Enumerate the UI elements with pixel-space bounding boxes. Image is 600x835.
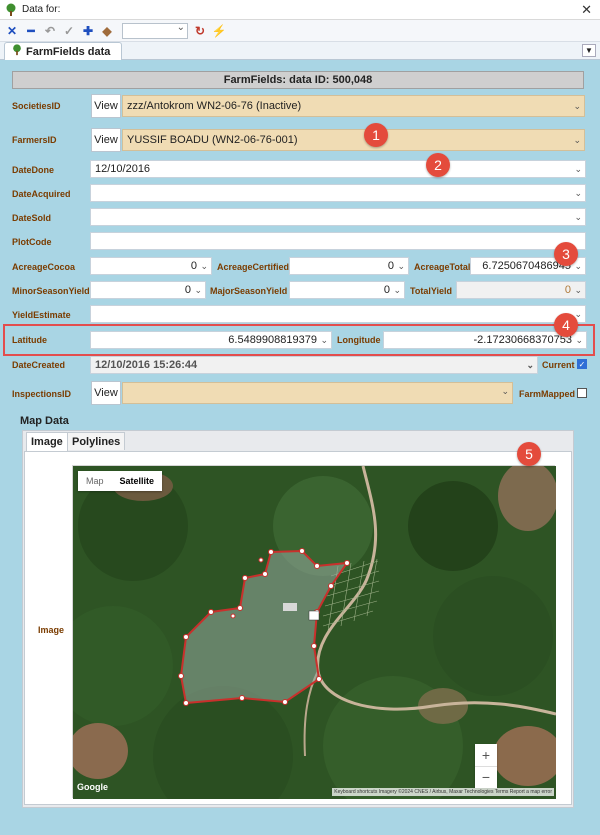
zoom-in-button[interactable]: + [475,744,497,766]
close-icon[interactable]: ✕ [581,2,592,18]
inspections-id-label: InspectionsID [12,389,72,399]
tree-icon [6,3,16,16]
societies-id-field[interactable]: zzz/Antokrom WN2-06-76 (Inactive) ⌄ [122,95,585,117]
annotation-badge-1: 1 [364,123,388,147]
date-sold-field[interactable]: ⌄ [90,208,586,226]
map-type-map-button[interactable]: Map [78,471,112,491]
map-type-control: Map Satellite [78,471,163,491]
tab-label: FarmFields data [26,45,111,58]
date-created-label: DateCreated [12,360,66,370]
refresh-icon[interactable]: ↻ [192,23,208,39]
date-sold-label: DateSold [12,213,52,223]
acreage-cocoa-field[interactable]: 0 ⌄ [90,257,212,275]
zoom-out-button[interactable]: − [475,766,497,788]
delete-minus-icon[interactable]: ━ [23,23,39,39]
acreage-certified-label: AcreageCertified [217,262,290,272]
lightning-icon[interactable]: ⚡ [211,23,227,39]
societies-view-button[interactable]: View [91,94,121,118]
farm-mapped-checkbox[interactable] [577,388,587,398]
major-season-yield-field[interactable]: 0 ⌄ [289,281,405,299]
date-acquired-label: DateAcquired [12,189,71,199]
add-plus-icon[interactable]: ✚ [80,23,96,39]
annotation-badge-2: 2 [426,153,450,177]
inspections-view-button[interactable]: View [91,381,121,405]
tab-farmfields-data[interactable]: FarmFields data [4,42,122,60]
farmers-view-button[interactable]: View [91,128,121,152]
inspections-id-field[interactable]: ⌄ [122,382,513,404]
map-attribution[interactable]: Keyboard shortcuts Imagery ©2024 CNES / … [332,788,554,796]
annotation-badge-3: 3 [554,242,578,266]
chevron-down-icon: ⌄ [574,212,582,222]
toolbar: ✕ ━ ↶ ✓ ✚ ◆ ↻ ⚡ [0,20,600,42]
latitude-field[interactable]: 6.5489908819379 ⌄ [90,331,332,349]
window-titlebar: Data for: ✕ [0,0,600,20]
window-title: Data for: [22,4,61,15]
building-marker [283,603,297,611]
yield-estimate-label: YieldEstimate [12,310,71,320]
map-type-satellite-button[interactable]: Satellite [112,471,163,491]
minor-season-yield-field[interactable]: 0 ⌄ [90,281,206,299]
form-panel: FarmFields: data ID: 500,048 SocietiesID… [0,60,600,835]
total-yield-field[interactable]: 0 ⌄ [456,281,586,299]
tab-menu-chevron-icon[interactable]: ▼ [582,44,596,57]
chevron-down-icon: ⌄ [320,335,328,345]
check-icon[interactable]: ✓ [61,23,77,39]
date-done-field[interactable]: 12/10/2016 ⌄ [90,160,586,178]
undo-icon[interactable]: ↶ [42,23,58,39]
map-data-title: Map Data [20,415,69,427]
google-logo: Google [77,782,108,792]
latitude-label: Latitude [12,335,47,345]
record-selector[interactable] [122,22,188,39]
acreage-certified-field[interactable]: 0 ⌄ [289,257,409,275]
yield-estimate-field[interactable]: ⌄ [90,305,586,323]
current-label: Current [542,360,575,370]
date-done-label: DateDone [12,165,55,175]
chevron-down-icon: ⌄ [573,101,581,111]
major-season-yield-label: MajorSeasonYield [210,286,288,296]
chevron-down-icon: ⌄ [200,261,208,271]
current-checkbox[interactable]: ✓ [577,359,587,369]
chevron-down-icon: ⌄ [526,360,534,370]
farmers-id-field[interactable]: YUSSIF BOADU (WN2-06-76-001) ⌄ [122,129,585,151]
chevron-down-icon: ⌄ [575,335,583,345]
date-created-field: 12/10/2016 15:26:44 ⌄ [90,356,538,374]
chevron-down-icon: ⌄ [574,188,582,198]
chevron-down-icon: ⌄ [574,164,582,174]
acreage-cocoa-label: AcreageCocoa [12,262,76,272]
farm-mapped-label: FarmMapped [519,389,576,399]
tab-image[interactable]: Image [26,432,68,451]
chevron-down-icon: ⌄ [573,135,581,145]
societies-id-label: SocietiesID [12,101,61,111]
chevron-down-icon: ⌄ [501,386,509,396]
chevron-down-icon: ⌄ [574,285,582,295]
minor-season-yield-label: MinorSeasonYield [12,286,90,296]
total-yield-label: TotalYield [410,286,453,296]
chevron-down-icon: ⌄ [397,261,405,271]
image-field-label: Image [38,625,65,635]
date-acquired-field[interactable]: ⌄ [90,184,586,202]
map-data-panel: Image Polylines Map Satellite + − Google… [22,430,574,808]
plot-code-field[interactable] [90,232,586,250]
record-header: FarmFields: data ID: 500,048 [12,71,584,89]
chevron-down-icon: ⌄ [194,285,202,295]
longitude-field[interactable]: -2.17230668370753 ⌄ [383,331,587,349]
chevron-down-icon: ⌄ [393,285,401,295]
zoom-control: + − [475,744,497,788]
farmers-id-label: FarmersID [12,135,57,145]
acreage-total-label: AcreageTotal [414,262,471,272]
plot-code-label: PlotCode [12,237,52,247]
annotation-badge-5: 5 [517,442,541,466]
document-tabstrip: FarmFields data ▼ [0,42,600,60]
undo-marker-icon[interactable] [308,610,320,621]
cancel-x-icon[interactable]: ✕ [4,23,20,39]
image-tab-content: Map Satellite + − Google Keyboard shortc… [24,451,572,805]
tree-icon [11,44,23,59]
eraser-icon[interactable]: ◆ [99,23,115,39]
longitude-label: Longitude [337,335,381,345]
annotation-badge-4: 4 [554,313,578,337]
satellite-map[interactable]: Map Satellite + − Google Keyboard shortc… [72,465,556,799]
tab-polylines[interactable]: Polylines [67,432,126,450]
